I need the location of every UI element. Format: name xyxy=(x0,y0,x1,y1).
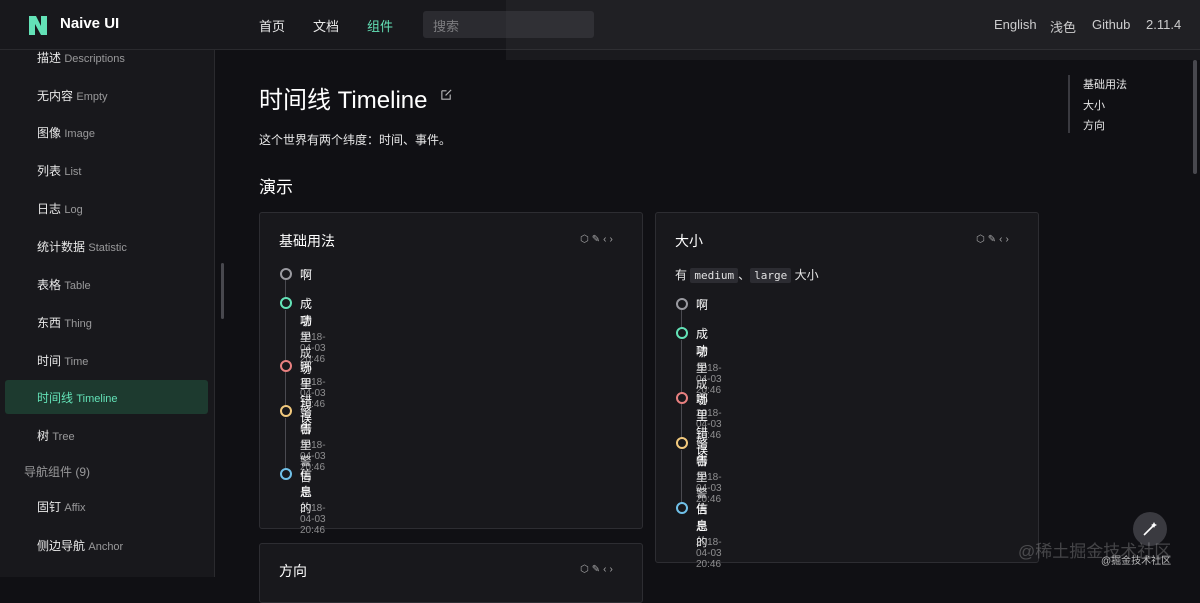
sidebar-item-time[interactable]: 时间 Time xyxy=(37,352,88,369)
timeline-item-title: 啊 xyxy=(300,268,313,282)
section-title-demo: 演示 xyxy=(259,178,293,197)
sidebar-item-thing[interactable]: 东西 Thing xyxy=(37,314,92,331)
timeline-line xyxy=(285,310,286,364)
timeline-dot-error xyxy=(676,392,688,404)
version-label[interactable]: 2.11.4 xyxy=(1146,17,1181,32)
sidebar-item-timeline[interactable]: 时间线 Timeline xyxy=(37,389,118,406)
card-size-description: 有 medium、 large 大小 xyxy=(675,268,819,283)
cube-icon[interactable]: ⬡ xyxy=(580,564,592,575)
edit-icon[interactable]: ✎ xyxy=(592,234,603,245)
nav-components[interactable]: 组件 xyxy=(367,16,393,35)
code-large: large xyxy=(750,268,792,283)
sidebar-item-table[interactable]: 表格 Table xyxy=(37,276,91,293)
naive-ui-logo-icon[interactable] xyxy=(26,13,50,37)
language-switch[interactable]: English xyxy=(994,17,1037,32)
code-icon[interactable]: ‹› xyxy=(603,234,616,245)
watermark-small-text: @掘金技术社区 xyxy=(1101,556,1172,567)
timeline-dot-info xyxy=(280,468,292,480)
page-title: 时间线 Timeline xyxy=(259,87,428,114)
anchor-link-basic[interactable]: 基础用法 xyxy=(1083,76,1127,92)
card-tools: ⬡✎‹› xyxy=(580,564,616,575)
anchor-rail xyxy=(1068,75,1070,133)
edit-icon[interactable]: ✎ xyxy=(592,564,603,575)
sidebar-item-statistic[interactable]: 统计数据 Statistic xyxy=(37,238,127,255)
card-title: 方向 xyxy=(279,563,307,579)
sidebar-item-tree[interactable]: 树 Tree xyxy=(37,427,75,444)
code-medium: medium xyxy=(690,268,739,283)
page-scrollbar[interactable] xyxy=(1193,60,1197,174)
sidebar-scrollbar[interactable] xyxy=(221,263,224,319)
sidebar-group-navigation[interactable]: 导航组件 (9) xyxy=(24,463,90,480)
code-icon[interactable]: ‹› xyxy=(603,564,616,575)
top-header: Naive UI 首页 文档 组件 搜索 English 浅色 Github 2… xyxy=(0,0,1200,50)
card-direction: 方向 ⬡✎‹› xyxy=(259,543,643,603)
cube-icon[interactable]: ⬡ xyxy=(976,234,988,245)
timeline-dot-success xyxy=(280,297,292,309)
timeline-dot-warning xyxy=(676,437,688,449)
anchor-link-size[interactable]: 大小 xyxy=(1083,97,1105,113)
timeline-dot-default xyxy=(676,298,688,310)
card-basic-usage: 基础用法 ⬡✎‹› 啊 成功 哪里成功 2018-04-03 20:46 哪里错… xyxy=(259,212,643,536)
sidebar-item-descriptions[interactable]: 描述 Descriptions xyxy=(37,50,125,66)
timeline-line xyxy=(681,340,682,396)
timeline-dot-error xyxy=(280,360,292,372)
sidebar-item-list[interactable]: 列表 List xyxy=(37,162,81,179)
timeline-item-time: 2018-04-03 20:46 xyxy=(300,503,326,536)
nav-docs[interactable]: 文档 xyxy=(313,16,339,35)
sidebar-item-log[interactable]: 日志 Log xyxy=(37,200,83,217)
search-input[interactable]: 搜索 xyxy=(423,11,594,38)
timeline-item-time: 2018-04-03 20:46 xyxy=(696,537,722,570)
edit-icon[interactable]: ✎ xyxy=(988,234,999,245)
sidebar-item-empty[interactable]: 无内容 Empty xyxy=(37,87,108,104)
timeline-dot-warning xyxy=(280,405,292,417)
code-icon[interactable]: ‹› xyxy=(999,234,1012,245)
timeline-dot-success xyxy=(676,327,688,339)
timeline-line xyxy=(285,418,286,472)
timeline-dot-default xyxy=(280,268,292,280)
card-title: 基础用法 xyxy=(279,233,335,249)
card-tools: ⬡✎‹› xyxy=(976,234,1012,245)
timeline-item-title: 啊 xyxy=(696,298,709,312)
logo-text[interactable]: Naive UI xyxy=(60,15,119,32)
page-description: 这个世界有两个纬度：时间、事件。 xyxy=(259,133,452,147)
github-link[interactable]: Github xyxy=(1092,17,1130,32)
sidebar-item-affix[interactable]: 固钉 Affix xyxy=(37,498,86,515)
sidebar: 描述 Descriptions 无内容 Empty 图像 Image 列表 Li… xyxy=(0,50,215,577)
nav-home[interactable]: 首页 xyxy=(259,16,285,35)
timeline-line xyxy=(681,450,682,506)
card-size: 大小 ⬡✎‹› 有 medium、 large 大小 啊 成功 哪里成功 2018… xyxy=(655,212,1039,570)
theme-switch[interactable]: 浅色 xyxy=(1050,17,1076,36)
sidebar-item-anchor[interactable]: 侧边导航 Anchor xyxy=(37,537,123,554)
sidebar-item-image[interactable]: 图像 Image xyxy=(37,124,95,141)
card-title: 大小 xyxy=(675,233,703,249)
edit-icon[interactable] xyxy=(440,88,453,101)
card-tools: ⬡✎‹› xyxy=(580,234,616,245)
timeline-dot-info xyxy=(676,502,688,514)
anchor-link-direction[interactable]: 方向 xyxy=(1083,117,1105,133)
cube-icon[interactable]: ⬡ xyxy=(580,234,592,245)
